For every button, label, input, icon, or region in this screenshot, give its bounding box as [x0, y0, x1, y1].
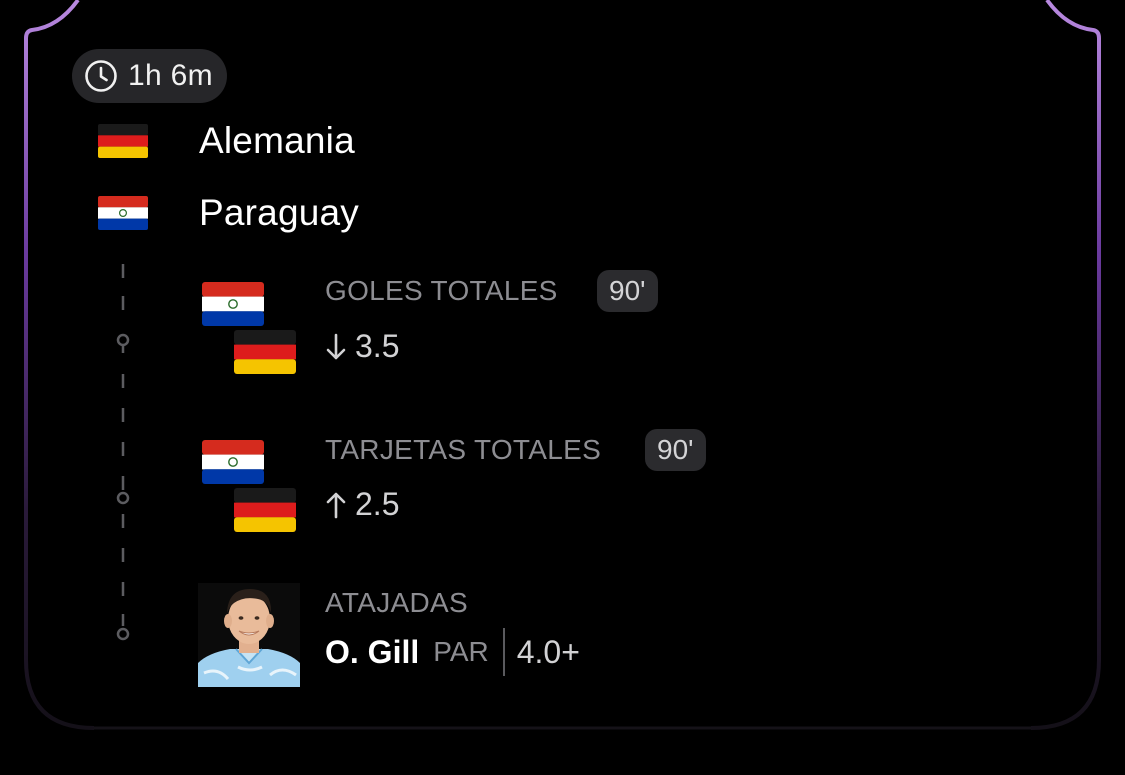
germany-flag-icon: [234, 330, 296, 374]
paraguay-flag-icon: [98, 196, 148, 230]
player-line-value: 4.0+: [516, 633, 580, 670]
elapsed-time-badge: 1h 6m: [72, 49, 227, 103]
down-arrow-icon: [326, 333, 346, 359]
market-minute-badge: 90': [645, 429, 706, 471]
timeline-connector: [116, 264, 130, 641]
team-name-away: Paraguay: [199, 192, 359, 233]
player-name: O. Gill: [325, 633, 420, 670]
paraguay-flag-icon: [202, 440, 264, 484]
elapsed-time-text: 1h 6m: [128, 59, 213, 92]
market-line-total-goals: 3.5: [325, 328, 399, 365]
up-arrow-icon: [326, 492, 346, 518]
market-title-saves: ATAJADAS: [325, 587, 468, 618]
player-market-row: O. Gill PAR 4.0+: [325, 627, 580, 677]
germany-flag-icon: [98, 124, 148, 158]
market-title-total-goals: GOLES TOTALES: [325, 275, 558, 306]
clock-icon: [85, 60, 117, 92]
paraguay-flag-icon: [202, 282, 264, 326]
player-team-code: PAR: [433, 636, 489, 667]
player-avatar: [198, 583, 300, 687]
market-line-value: 2.5: [355, 486, 400, 522]
market-minute-badge: 90': [597, 270, 658, 312]
market-title-total-cards: TARJETAS TOTALES: [325, 434, 602, 465]
germany-flag-icon: [234, 488, 296, 532]
team-name-home: Alemania: [199, 120, 355, 161]
divider: [502, 628, 505, 676]
market-line-total-cards: 2.5: [325, 486, 399, 523]
market-line-value: 3.5: [355, 328, 400, 364]
